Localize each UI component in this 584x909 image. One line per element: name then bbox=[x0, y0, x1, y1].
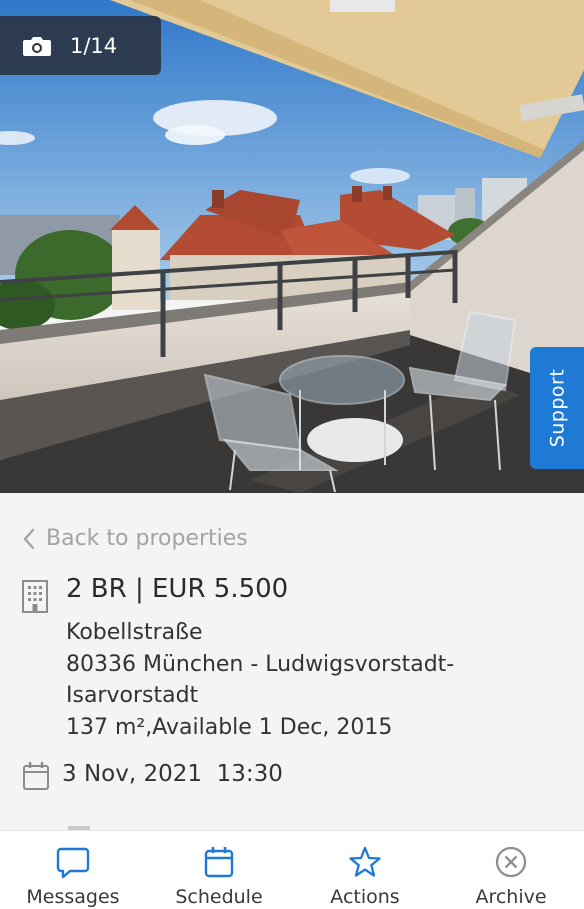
back-link-label: Back to properties bbox=[46, 526, 248, 551]
photo-counter-text: 1/14 bbox=[70, 33, 118, 58]
back-to-properties-link[interactable]: Back to properties bbox=[22, 526, 248, 551]
address-city: 80336 München - Ludwigsvorstadt- bbox=[66, 651, 455, 677]
chevron-left-icon bbox=[22, 528, 36, 550]
nav-messages-label: Messages bbox=[26, 886, 120, 908]
camera-icon bbox=[22, 34, 52, 58]
support-label: Support bbox=[546, 368, 569, 448]
nav-messages[interactable]: Messages bbox=[0, 831, 146, 909]
property-photo[interactable]: 1/14 Support bbox=[0, 0, 584, 493]
address-district: Isarvorstadt bbox=[66, 683, 199, 708]
support-button[interactable]: Support bbox=[530, 347, 584, 469]
nav-actions[interactable]: Actions bbox=[292, 831, 438, 909]
property-size-availability: 137 m²,Available 1 Dec, 2015 bbox=[66, 714, 393, 740]
photo-counter: 1/14 bbox=[0, 16, 161, 75]
nav-actions-label: Actions bbox=[330, 886, 400, 908]
property-address: Kobellstraße 80336 München - Ludwigsvors… bbox=[66, 617, 536, 743]
nav-schedule-label: Schedule bbox=[175, 886, 263, 908]
nav-schedule[interactable]: Schedule bbox=[146, 831, 292, 909]
bottom-navigation: Messages Schedule Actions Archive bbox=[0, 830, 584, 909]
property-details: Back to properties 2 BR | EUR 5.500 Kobe… bbox=[0, 493, 584, 832]
close-circle-icon bbox=[494, 844, 528, 880]
appointment-datetime: 3 Nov, 2021 13:30 bbox=[62, 761, 283, 787]
nav-archive-label: Archive bbox=[475, 886, 547, 908]
calendar-icon bbox=[203, 844, 235, 880]
nav-archive[interactable]: Archive bbox=[438, 831, 584, 909]
calendar-icon bbox=[22, 761, 50, 795]
building-icon bbox=[21, 578, 49, 618]
star-icon bbox=[348, 844, 382, 880]
address-street: Kobellstraße bbox=[66, 620, 203, 645]
property-title: 2 BR | EUR 5.500 bbox=[66, 574, 289, 604]
chat-bubble-icon bbox=[56, 844, 90, 880]
